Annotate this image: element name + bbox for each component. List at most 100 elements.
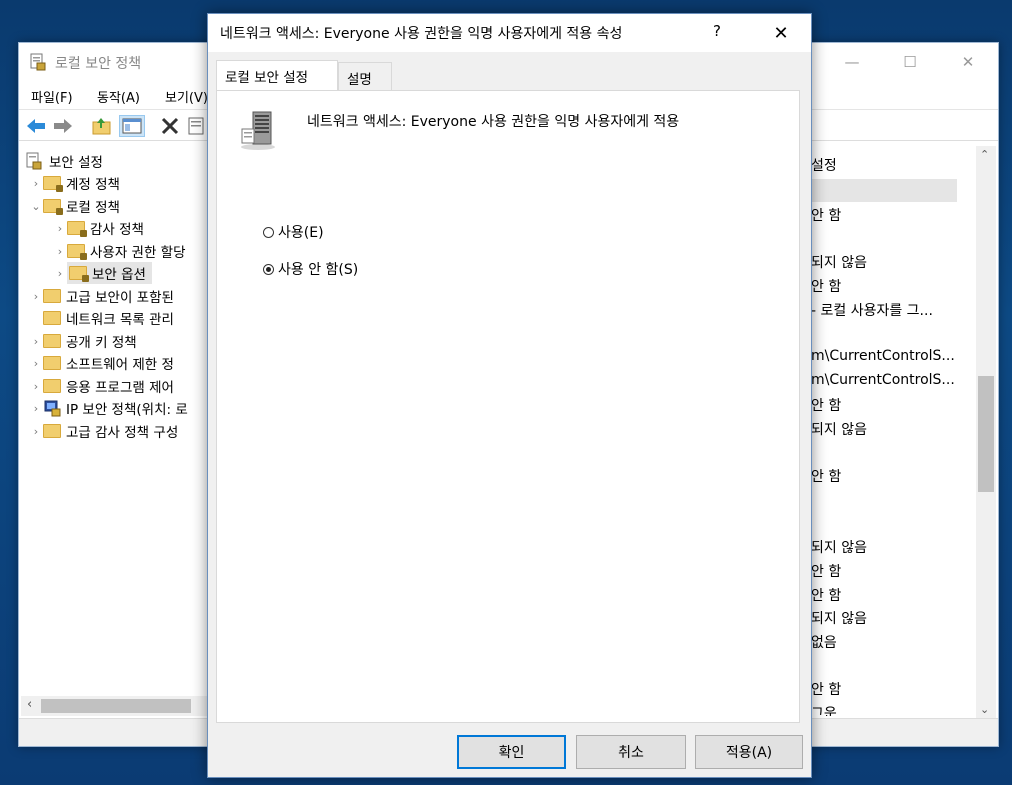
chevron-right-icon[interactable]: › — [53, 245, 67, 258]
maximize-button[interactable]: ☐ — [881, 43, 939, 81]
menu-view[interactable]: 보기(V) — [165, 87, 208, 106]
tree-item-network-list[interactable]: 네트워크 목록 관리 — [43, 307, 174, 329]
delete-button[interactable] — [159, 115, 181, 137]
help-button[interactable]: ? — [713, 22, 721, 40]
minimize-button[interactable]: — — [823, 43, 881, 81]
list-item[interactable]: 안 함 — [811, 585, 841, 605]
chevron-right-icon[interactable]: › — [29, 335, 43, 348]
policy-list-vertical-scrollbar[interactable]: ⌃ ⌄ — [976, 146, 996, 718]
tree-label: 고급 보안이 포함된 — [66, 290, 174, 306]
properties-button[interactable] — [185, 115, 207, 137]
radio-enabled[interactable]: 사용(E) — [263, 222, 324, 242]
window-title: 로컬 보안 정책 — [55, 56, 142, 72]
cancel-button[interactable]: 취소 — [576, 735, 686, 769]
tree-label: 보안 옵션 — [92, 267, 146, 283]
radio-label: 사용(E) — [278, 225, 324, 241]
chevron-right-icon[interactable]: › — [53, 267, 67, 280]
tree-item-ip-security[interactable]: › IP 보안 정책(위치: 로 — [29, 397, 188, 419]
chevron-right-icon[interactable]: › — [29, 290, 43, 303]
scrollbar-thumb[interactable] — [978, 376, 994, 492]
tree-horizontal-scrollbar[interactable]: ‹ — [21, 696, 209, 716]
tree-label: 고급 감사 정책 구성 — [66, 425, 179, 441]
locked-folder-icon — [43, 176, 63, 192]
forward-button[interactable] — [52, 115, 74, 137]
ok-button[interactable]: 확인 — [457, 735, 566, 769]
locked-folder-icon — [69, 266, 89, 282]
tree-item-software-restriction[interactable]: › 소프트웨어 제한 정 — [29, 352, 174, 374]
scroll-left-icon[interactable]: ‹ — [27, 697, 32, 712]
tree-item-user-rights[interactable]: › 사용자 권한 할당 — [53, 240, 186, 262]
menu-file[interactable]: 파일(F) — [31, 87, 73, 106]
server-icon — [241, 111, 275, 150]
tab-local-security-setting[interactable]: 로컬 보안 설정 — [216, 60, 338, 90]
show-hide-tree-button[interactable] — [119, 115, 145, 137]
list-item[interactable]: 안 함 — [811, 395, 841, 415]
folder-icon — [43, 289, 61, 303]
list-item[interactable]: 안 함 — [811, 466, 841, 486]
tree-label: 보안 설정 — [49, 155, 103, 171]
close-button[interactable]: ✕ — [939, 43, 997, 81]
tree-label: 소프트웨어 제한 정 — [66, 357, 174, 373]
locked-folder-icon — [43, 199, 63, 215]
list-item[interactable]: m\CurrentControlS... — [811, 372, 955, 388]
list-item[interactable]: 되지 않음 — [811, 608, 867, 628]
radio-button-selected-icon[interactable] — [263, 263, 274, 275]
list-item[interactable]: 안 함 — [811, 205, 841, 225]
chevron-right-icon[interactable]: › — [53, 222, 67, 235]
chevron-right-icon[interactable]: › — [29, 357, 43, 370]
tree-item-local-policy[interactable]: ⌄ 로컬 정책 — [29, 195, 120, 217]
policy-list-settings-column: 설정 안 함 되지 않음 안 함 - 로컬 사용자를 그... m\Curren… — [809, 146, 969, 716]
tree-label: 사용자 권한 할당 — [90, 245, 186, 261]
tree-label: 감사 정책 — [90, 222, 144, 238]
menu-action[interactable]: 동작(A) — [97, 87, 140, 106]
tree-root-security-settings[interactable]: 보안 설정 — [25, 150, 103, 172]
dialog-titlebar: 네트워크 액세스: Everyone 사용 권한을 익명 사용자에게 적용 속성… — [208, 14, 811, 52]
list-item[interactable]: 안 함 — [811, 276, 841, 296]
selected-highlight: 보안 옵션 — [67, 262, 152, 284]
list-item[interactable]: 되지 않음 — [811, 252, 867, 272]
list-item[interactable]: 안 함 — [811, 679, 841, 699]
tree-item-audit-policy[interactable]: › 감사 정책 — [53, 217, 144, 239]
chevron-right-icon[interactable]: › — [29, 402, 43, 415]
folder-icon — [43, 379, 61, 393]
tree-item-account-policy[interactable]: › 계정 정책 — [29, 172, 120, 194]
locked-folder-icon — [67, 221, 87, 237]
tree-item-advanced-firewall[interactable]: › 고급 보안이 포함된 — [29, 285, 174, 307]
tree-label: 응용 프로그램 제어 — [66, 380, 174, 396]
tree-item-public-key[interactable]: › 공개 키 정책 — [29, 330, 137, 352]
ip-security-icon — [44, 400, 61, 417]
tree-item-security-options[interactable]: › 보안 옵션 — [53, 262, 152, 284]
tree-item-advanced-audit[interactable]: › 고급 감사 정책 구성 — [29, 420, 178, 442]
chevron-right-icon[interactable]: › — [29, 380, 43, 393]
list-item[interactable]: 없음 — [811, 632, 837, 652]
scroll-up-icon[interactable]: ⌃ — [980, 148, 989, 161]
tab-explain[interactable]: 설명 — [338, 62, 392, 90]
apply-button[interactable]: 적용(A) — [695, 735, 803, 769]
scroll-down-icon[interactable]: ⌄ — [980, 703, 989, 716]
up-folder-button[interactable] — [91, 115, 113, 137]
policy-name: 네트워크 액세스: Everyone 사용 권한을 익명 사용자에게 적용 — [307, 114, 680, 130]
chevron-right-icon[interactable]: › — [29, 177, 43, 190]
radio-disabled[interactable]: 사용 안 함(S) — [263, 259, 358, 279]
radio-button-icon[interactable] — [263, 226, 274, 238]
list-item[interactable]: 되지 않음 — [811, 537, 867, 557]
column-header-setting[interactable]: 설정 — [811, 155, 837, 175]
list-item[interactable]: 안 함 — [811, 561, 841, 581]
tree-item-app-control[interactable]: › 응용 프로그램 제어 — [29, 375, 174, 397]
policy-properties-dialog: 네트워크 액세스: Everyone 사용 권한을 익명 사용자에게 적용 속성… — [207, 13, 812, 778]
list-item[interactable]: 되지 않음 — [811, 419, 867, 439]
chevron-right-icon[interactable]: › — [29, 425, 43, 438]
console-tree-icon — [122, 118, 142, 134]
dialog-close-button[interactable]: ✕ — [766, 20, 796, 46]
scrollbar-thumb[interactable] — [41, 699, 191, 713]
maximize-icon: ☐ — [903, 53, 917, 71]
tree-label: IP 보안 정책(위치: 로 — [66, 402, 188, 418]
dialog-title: 네트워크 액세스: Everyone 사용 권한을 익명 사용자에게 적용 속성 — [220, 26, 623, 42]
list-item[interactable]: - 로컬 사용자를 그... — [811, 300, 933, 320]
list-item[interactable]: m\CurrentControlS... — [811, 348, 955, 364]
up-folder-icon — [92, 118, 111, 135]
back-button[interactable] — [25, 115, 47, 137]
minimize-icon: — — [844, 53, 860, 71]
list-item[interactable]: 그운 — [811, 703, 837, 716]
chevron-down-icon[interactable]: ⌄ — [29, 200, 43, 213]
